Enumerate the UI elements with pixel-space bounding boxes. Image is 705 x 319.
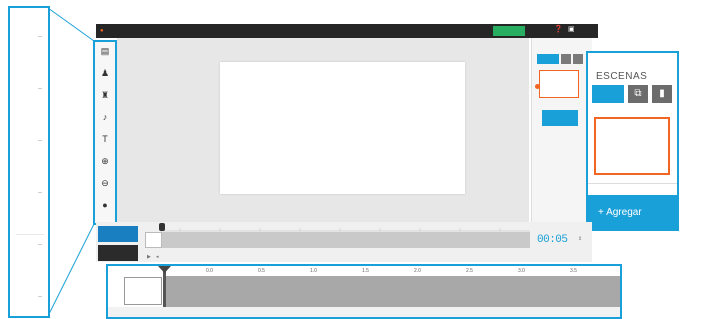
add-scene-button[interactable] [542, 110, 578, 126]
add-scene-button-zoom[interactable]: + Agregar [588, 195, 677, 229]
top-toolbar: ● ❓ ▣ [96, 24, 598, 38]
timeline-track[interactable] [162, 232, 530, 248]
delete-scene-icon[interactable] [573, 54, 583, 64]
bottom-zoom-callout: 0.0 0.5 1.0 1.5 2.0 2.5 3.0 3.5 [106, 264, 622, 319]
tool-fx[interactable]: ● [97, 200, 113, 218]
copy-scene-icon-zoom[interactable]: ⧉ [628, 85, 648, 103]
timeline-track-zoom[interactable] [166, 276, 620, 307]
scene-tab-button[interactable] [98, 226, 138, 242]
volume-icon[interactable]: ◂ [156, 254, 159, 260]
timeline-scene-block-zoom[interactable] [124, 277, 162, 305]
trash-icon: ▮ [659, 88, 665, 99]
delete-scene-icon-zoom[interactable]: ▮ [652, 85, 672, 103]
scenes-panel [531, 38, 592, 223]
music-icon: ♪ [102, 112, 108, 122]
scene-layout-button-zoom[interactable] [592, 85, 624, 103]
text-icon: T [102, 134, 108, 144]
zoom-in-icon: ⊕ [101, 156, 109, 166]
playhead-handle[interactable] [159, 223, 165, 231]
scene-layout-button[interactable] [537, 54, 559, 64]
copy-icon: ⧉ [634, 88, 642, 99]
props-icon: ♜ [100, 90, 110, 100]
fx-icon: ● [102, 200, 108, 210]
tools-sidebar: ▤ ♟ ♜ ♪ T ⊕ ⊖ ● [93, 40, 117, 225]
zoom-out-icon: ⊖ [101, 178, 109, 188]
playhead-marker-icon[interactable] [158, 266, 171, 274]
share-button[interactable] [493, 26, 525, 36]
help-icon[interactable]: ❓ [554, 26, 563, 34]
second-tab-button[interactable] [98, 245, 138, 261]
play-icon[interactable]: ▶ [147, 254, 151, 260]
ruler-tick: 2.5 [466, 268, 473, 274]
tool-character[interactable]: ♟ [97, 68, 113, 86]
scene-thumbnail-zoom[interactable] [594, 117, 670, 175]
right-zoom-callout: ESCENAS ⧉ ▮ + Agregar [586, 51, 679, 231]
left-zoom-callout [8, 6, 50, 318]
ruler-tick: 2.0 [414, 268, 421, 274]
tool-zoom-in[interactable]: ⊕ [97, 156, 113, 174]
image-icon: ▤ [100, 46, 110, 56]
duration-value[interactable]: 00:05 [537, 234, 568, 246]
tool-text[interactable]: T [97, 134, 113, 152]
timeline-ruler-zoom: 0.0 0.5 1.0 1.5 2.0 2.5 3.0 3.5 [108, 266, 620, 276]
ruler-tick: 3.5 [570, 268, 577, 274]
timeline-scene-block[interactable] [145, 232, 162, 248]
tool-zoom-out[interactable]: ⊖ [97, 178, 113, 196]
user-icon[interactable]: ▣ [568, 26, 575, 34]
ruler-tick: 1.0 [310, 268, 317, 274]
divider [588, 183, 677, 184]
duration-stepper-icon[interactable]: ⇕ [578, 236, 582, 242]
ruler-tick: 0.5 [258, 268, 265, 274]
tool-image[interactable]: ▤ [97, 46, 113, 64]
character-icon: ♟ [100, 68, 110, 78]
copy-scene-icon[interactable] [561, 54, 571, 64]
tool-music[interactable]: ♪ [97, 112, 113, 130]
scenes-title-zoom: ESCENAS [596, 71, 648, 82]
tool-props[interactable]: ♜ [97, 90, 113, 108]
ruler-tick: 3.0 [518, 268, 525, 274]
timeline-footer-zoom [108, 307, 620, 317]
app-logo: ● [100, 28, 104, 34]
scene-canvas[interactable] [220, 62, 465, 194]
ruler-tick: 0.0 [206, 268, 213, 274]
scene-thumbnail[interactable] [539, 70, 579, 98]
ruler-tick: 1.5 [362, 268, 369, 274]
